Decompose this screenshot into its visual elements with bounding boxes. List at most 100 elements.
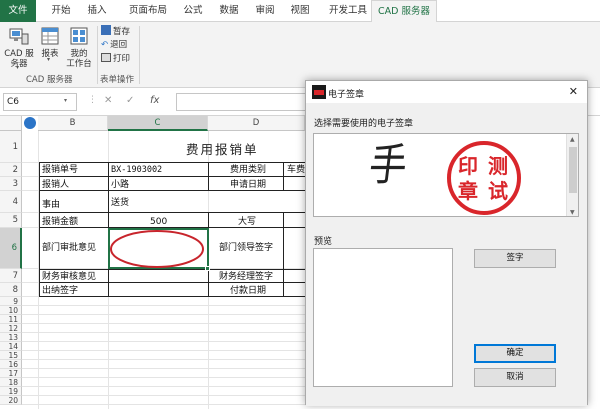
column-header-c[interactable]: C (108, 116, 208, 131)
ok-button[interactable]: 确定 (474, 344, 556, 363)
cancel-button[interactable]: 取消 (474, 368, 556, 387)
row-header-18[interactable]: 18 (0, 378, 22, 387)
grid-row-line (22, 323, 305, 324)
row-header-1[interactable]: 1 (0, 131, 22, 163)
row-header-6[interactable]: 6 (0, 228, 22, 269)
scrollbar-thumb[interactable] (569, 147, 577, 193)
dropdown-arrow-icon[interactable]: ▾ (16, 64, 19, 71)
form-border-line (208, 162, 209, 191)
grid-row-line (22, 404, 305, 405)
finance-manager-label: 财务经理签字 (219, 272, 274, 282)
scrollbar[interactable]: ▲ ▼ (566, 134, 578, 216)
preview-box (313, 248, 453, 387)
more-options-icon: ⋮ (88, 95, 97, 105)
ribbon-tab-bar: 文件 开始 插入 页面布局 公式 数据 审阅 视图 开发工具 CAD 服务器 (0, 0, 600, 23)
tab-insert[interactable]: 插入 (80, 0, 114, 22)
ribbon: CAD 服 务器 ▾ 报表 ▾ 我的 工作台 暂存 ↶ 退回 打印 CAD 服务… (0, 22, 600, 88)
row-header-9[interactable]: 9 (0, 297, 22, 306)
close-icon[interactable]: ✕ (569, 85, 578, 98)
form-border-line (39, 162, 305, 163)
report-button[interactable]: 报表 (37, 26, 63, 59)
row-header-3[interactable]: 3 (0, 177, 22, 191)
row-header-19[interactable]: 19 (0, 387, 22, 396)
workbench-button[interactable]: 我的 工作台 (64, 26, 94, 69)
grid-row-line (22, 359, 305, 360)
dropdown-arrow-icon[interactable]: ▾ (47, 56, 50, 63)
formula-input[interactable] (176, 93, 316, 111)
reason-label: 事由 (42, 200, 61, 210)
print-button[interactable]: 打印 (101, 53, 130, 65)
group-separator (97, 26, 98, 84)
insert-function-icon[interactable]: fx (150, 95, 159, 106)
row-header-5[interactable]: 5 (0, 213, 22, 228)
save-draft-button[interactable]: 暂存 (101, 25, 130, 37)
reason-value[interactable]: 送货 (111, 197, 129, 209)
cancel-icon[interactable]: ✕ (104, 95, 112, 106)
amount-value[interactable]: 500 (150, 216, 167, 228)
row-header-4[interactable]: 4 (0, 191, 22, 213)
addin-icon[interactable] (24, 117, 36, 129)
form-border-line (283, 212, 284, 297)
tab-view[interactable]: 视图 (283, 0, 317, 22)
row-header-15[interactable]: 15 (0, 351, 22, 360)
row-header-12[interactable]: 12 (0, 324, 22, 333)
confirm-icon[interactable]: ✓ (126, 95, 134, 106)
grid-row-line (22, 350, 305, 351)
return-icon: ↶ (101, 40, 109, 50)
svg-text:章: 章 (458, 179, 478, 203)
dialog-titlebar[interactable]: 电子签章 ✕ (306, 81, 587, 103)
print-icon (101, 53, 111, 62)
row-header-14[interactable]: 14 (0, 342, 22, 351)
column-header-d[interactable]: D (208, 116, 305, 131)
row-header-13[interactable]: 13 (0, 333, 22, 342)
red-oval-shape[interactable] (108, 228, 209, 270)
scroll-up-icon[interactable]: ▲ (570, 136, 575, 143)
signature-list[interactable]: 手 印 测 章 试 ▲ ▼ (313, 133, 579, 217)
tab-review[interactable]: 审阅 (248, 0, 282, 22)
tab-formulas[interactable]: 公式 (176, 0, 210, 22)
group-separator (139, 26, 140, 84)
cashier-label: 出纳签字 (42, 286, 79, 296)
sign-button[interactable]: 签字 (474, 249, 556, 268)
cad-server-icon (9, 28, 29, 45)
row-header-2[interactable]: 2 (0, 163, 22, 177)
grid-row-line (22, 377, 305, 378)
column-header-b[interactable]: B (38, 116, 108, 131)
seal-stamp[interactable]: 印 测 章 试 (446, 140, 522, 216)
grid-row-line (22, 314, 305, 315)
scroll-down-icon[interactable]: ▼ (570, 209, 575, 216)
form-border-line (39, 176, 305, 177)
tab-cad-server[interactable]: CAD 服务器 (371, 0, 437, 23)
row-header-20[interactable]: 20 (0, 396, 22, 405)
dialog-title: 电子签章 (328, 90, 365, 100)
row-header-17[interactable]: 17 (0, 369, 22, 378)
svg-text:测: 测 (488, 154, 508, 178)
apply-date-label: 申请日期 (230, 180, 267, 190)
group-label-form-ops: 表单操作 (100, 75, 135, 85)
expense-type-value[interactable]: 车费 (287, 164, 305, 176)
tab-developer[interactable]: 开发工具 (320, 0, 376, 22)
row-header-8[interactable]: 8 (0, 283, 22, 297)
form-title: 费用报销单 (186, 142, 259, 157)
chevron-down-icon[interactable]: ▾ (64, 97, 67, 104)
row-header-16[interactable]: 16 (0, 360, 22, 369)
return-button[interactable]: ↶ 退回 (101, 39, 127, 51)
handwritten-signature[interactable]: 手 (366, 140, 409, 191)
applicant-value[interactable]: 小路 (111, 179, 129, 191)
select-all-corner[interactable] (0, 116, 22, 131)
row-header-10[interactable]: 10 (0, 306, 22, 315)
grid-row-line (22, 332, 305, 333)
amount-label: 报销金额 (42, 217, 79, 227)
tab-file[interactable]: 文件 (0, 0, 36, 22)
cad-server-button[interactable]: CAD 服 务器 (4, 26, 34, 69)
tab-data[interactable]: 数据 (212, 0, 246, 22)
bill-no-value[interactable]: BX-1903002 (111, 164, 162, 176)
tab-home[interactable]: 开始 (44, 0, 78, 22)
select-signature-label: 选择需要使用的电子签章 (314, 119, 414, 129)
svg-text:印: 印 (458, 154, 478, 178)
row-header-11[interactable]: 11 (0, 315, 22, 324)
tab-page-layout[interactable]: 页面布局 (120, 0, 176, 22)
form-border-line (283, 162, 284, 191)
grid-row-line (22, 305, 305, 306)
row-header-7[interactable]: 7 (0, 269, 22, 283)
